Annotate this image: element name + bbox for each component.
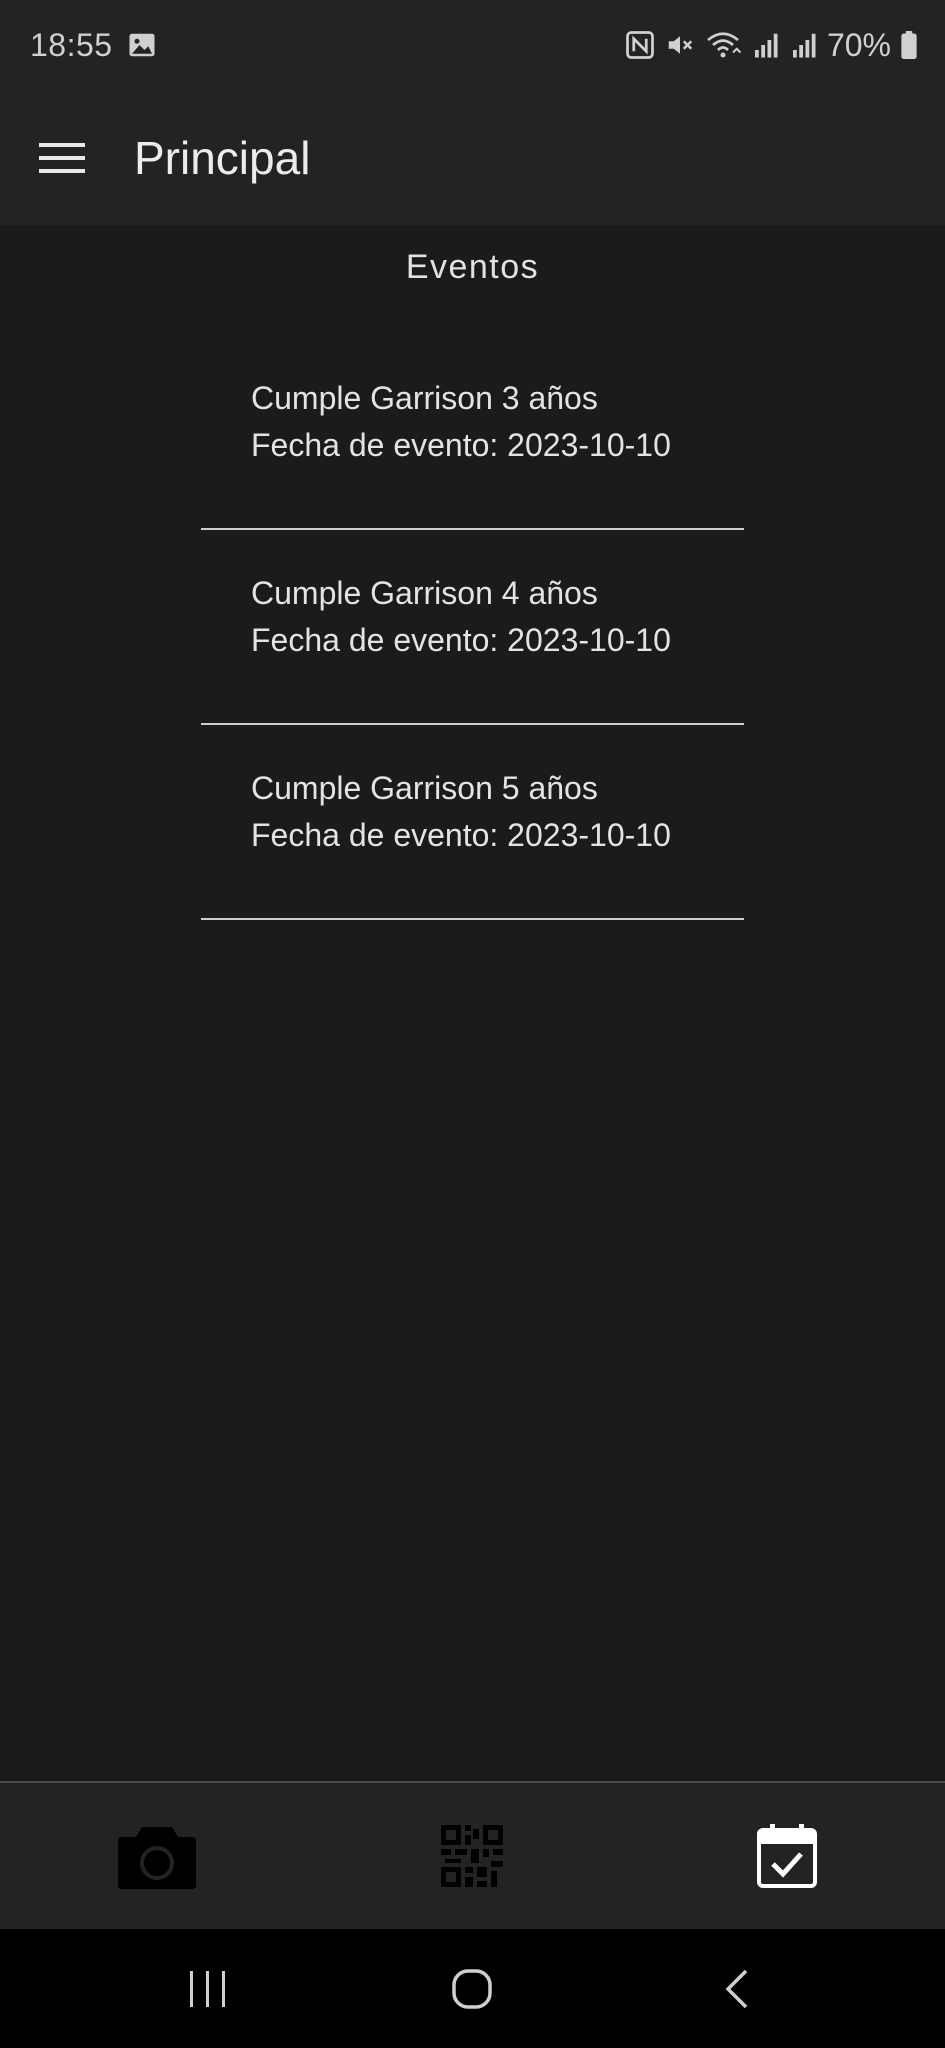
recent-apps-icon: [190, 1970, 225, 2007]
event-texts: Cumple Garrison 4 años Fecha de evento: …: [251, 570, 671, 664]
calendar-check-icon: [757, 1824, 817, 1888]
home-button[interactable]: [412, 1929, 532, 2048]
list-item[interactable]: Cumple Garrison 4 años Fecha de evento: …: [0, 530, 945, 725]
event-texts: Cumple Garrison 5 años Fecha de evento: …: [251, 765, 671, 859]
event-name: Cumple Garrison 3 años: [251, 380, 598, 416]
app-screen: 18:55 70% Principal Eventos Cumple Garri…: [0, 0, 945, 2048]
nav-calendar-button[interactable]: [717, 1783, 857, 1929]
hamburger-menu-icon: [39, 142, 85, 173]
wifi-icon: [705, 30, 741, 60]
camera-icon: [118, 1827, 196, 1889]
recent-apps-button[interactable]: [148, 1929, 268, 2048]
home-icon: [452, 1968, 492, 2009]
battery-icon: [901, 31, 917, 59]
list-item[interactable]: Cumple Garrison 3 años Fecha de evento: …: [0, 335, 945, 530]
battery-percent: 70%: [826, 26, 891, 63]
event-date: Fecha de evento: 2023-10-10: [251, 817, 671, 853]
menu-button[interactable]: [38, 134, 86, 182]
back-button[interactable]: [677, 1929, 797, 2048]
bottom-nav: [0, 1781, 945, 1929]
nav-qr-button[interactable]: [402, 1783, 542, 1929]
status-time: 18:55: [30, 26, 113, 63]
event-name: Cumple Garrison 5 años: [251, 770, 598, 806]
app-bar: Principal: [0, 90, 945, 225]
nav-camera-button[interactable]: [87, 1783, 227, 1929]
event-date: Fecha de evento: 2023-10-10: [251, 622, 671, 658]
status-bar: 18:55 70%: [0, 0, 945, 90]
signal-icon: [751, 30, 779, 60]
event-texts: Cumple Garrison 3 años Fecha de evento: …: [251, 375, 671, 469]
status-left: 18:55: [30, 27, 157, 64]
page-title: Principal: [134, 131, 311, 184]
gallery-icon: [127, 30, 157, 60]
nfc-icon: [625, 30, 655, 60]
event-list: Cumple Garrison 3 años Fecha de evento: …: [0, 335, 945, 920]
status-right: 70%: [625, 27, 917, 64]
divider: [201, 918, 744, 920]
list-item[interactable]: Cumple Garrison 5 años Fecha de evento: …: [0, 725, 945, 920]
signal-icon: [789, 30, 817, 60]
system-nav-bar: [0, 1929, 945, 2048]
qr-code-icon: [441, 1825, 503, 1887]
event-name: Cumple Garrison 4 años: [251, 575, 598, 611]
event-date: Fecha de evento: 2023-10-10: [251, 427, 671, 463]
back-icon: [725, 1969, 748, 2008]
section-title: Eventos: [405, 248, 540, 286]
mute-icon: [665, 30, 695, 60]
